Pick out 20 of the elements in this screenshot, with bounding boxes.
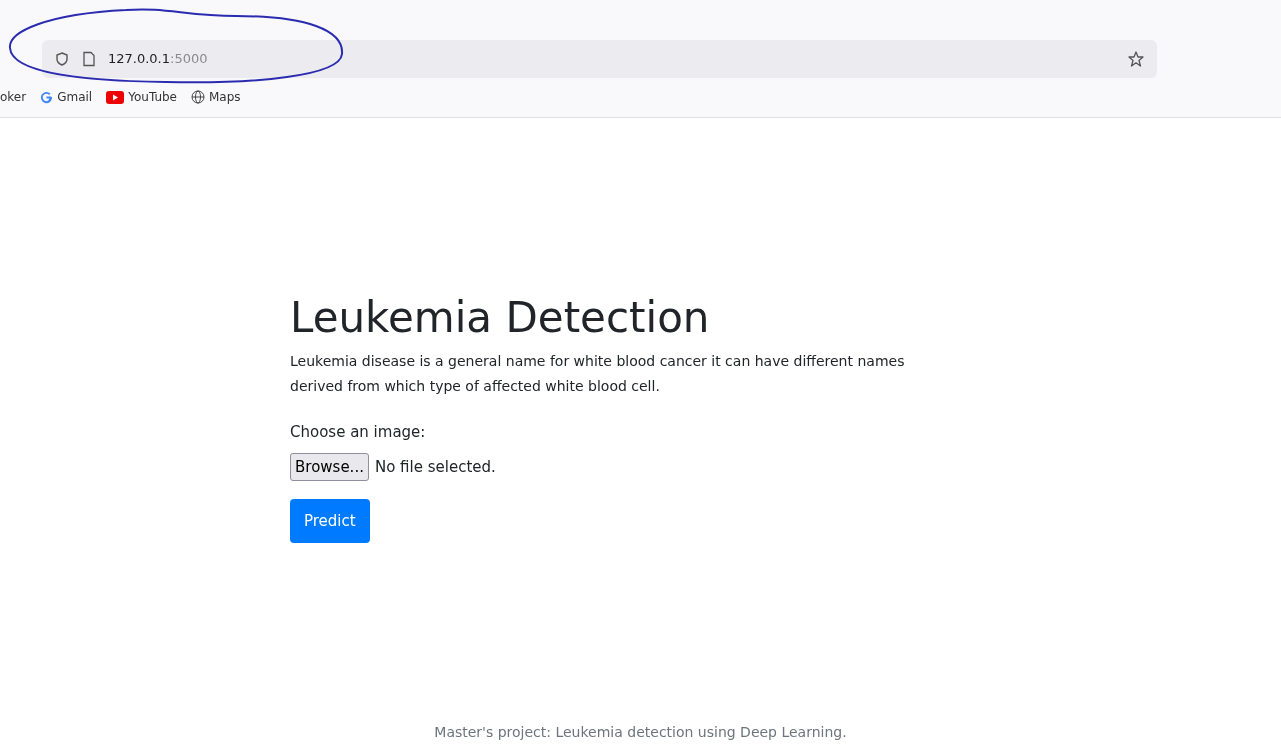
bookmark-link[interactable]: Gmail [57, 88, 93, 106]
shield-icon [54, 51, 70, 67]
bookmark-link[interactable]: YouTube [128, 88, 177, 106]
address-bar[interactable]: 127.0.0.1:5000 [42, 40, 1157, 78]
file-status-text: No file selected. [374, 456, 496, 478]
g-logo-icon [40, 90, 54, 104]
bookmark-link[interactable]: Maps [209, 88, 241, 106]
globe-icon [191, 90, 205, 104]
predict-button[interactable]: Predict [290, 499, 370, 543]
play-logo-icon [106, 90, 125, 104]
page-icon [82, 51, 96, 67]
footer-text: Master's project: Leukemia detection using Deep Learning. [433, 723, 848, 742]
url-port: :5000 [170, 50, 208, 69]
bookmark-link[interactable]: oker [0, 88, 27, 106]
page-title: Leukemia Detection [290, 292, 711, 344]
browse-button[interactable]: Browse... [290, 453, 369, 481]
description-text: Leukemia disease is a general name for white blood cancer it can have different names derived from which type of affected white blood cell. [290, 351, 906, 396]
bookmark-star-icon[interactable] [1127, 50, 1145, 68]
file-label: Choose an image: [290, 421, 427, 443]
url-host: 127.0.0.1 [108, 50, 171, 69]
